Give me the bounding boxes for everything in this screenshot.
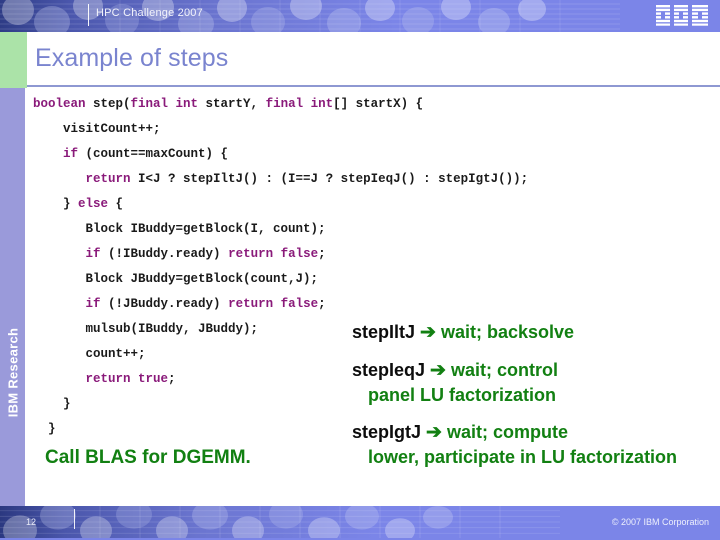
code-text: Block JBuddy=getBlock(count,J); — [33, 272, 319, 286]
bottom-banner: 12 © 2007 IBM Corporation — [0, 506, 720, 540]
code-text: (!JBuddy.ready) — [100, 297, 229, 311]
annotation-description: wait; backsolve — [440, 322, 575, 342]
code-text: mulsub(IBuddy, JBuddy); — [33, 322, 259, 336]
annotation-stepIeqJ: stepIeqJ ➔ wait; control panel LU factori… — [352, 358, 708, 407]
footer-divider — [74, 509, 75, 529]
annotation-description-continued: lower, participate in LU factorization — [368, 447, 678, 467]
code-line: boolean step(final int startY, final int… — [33, 92, 693, 117]
annotation-method-name: stepIgtJ — [352, 422, 422, 442]
right-arrow-icon: ➔ — [430, 360, 446, 381]
code-text: { — [108, 197, 124, 211]
code-text: count++; — [33, 347, 146, 361]
code-keyword: if — [85, 247, 101, 261]
right-arrow-icon: ➔ — [420, 322, 436, 343]
annotation-stepIltJ: stepIltJ ➔ wait; backsolve — [352, 320, 708, 345]
annotation-description-continued: panel LU factorization — [368, 385, 557, 405]
code-text: visitCount++; — [33, 122, 161, 136]
code-line: Block JBuddy=getBlock(count,J); — [33, 267, 693, 292]
left-sidebar-rail: IBM Research — [0, 88, 25, 506]
code-text: Block IBuddy=getBlock(I, count); — [33, 222, 326, 236]
page-title: Example of steps — [35, 44, 229, 72]
code-text: ; — [318, 247, 326, 261]
banner-divider — [88, 4, 89, 26]
right-arrow-icon: ➔ — [426, 422, 442, 443]
code-text: (count==maxCount) { — [78, 147, 229, 161]
code-text: startY, — [198, 97, 266, 111]
sidebar-label: IBM Research — [5, 327, 21, 418]
code-keyword: else — [78, 197, 109, 211]
code-keyword: final int — [265, 97, 334, 111]
code-text: } — [33, 397, 71, 411]
code-keyword: if — [85, 297, 101, 311]
title-divider — [27, 85, 720, 87]
annotation-description: wait; compute — [446, 422, 568, 442]
code-line: if (!IBuddy.ready) return false; — [33, 242, 693, 267]
code-keyword: return true — [85, 372, 169, 386]
code-text: ; — [318, 297, 326, 311]
code-text: step( — [85, 97, 131, 111]
code-text: I<J ? stepIltJ() : (I==J ? stepIeqJ() : … — [130, 172, 529, 186]
annotation-description: wait; control — [450, 360, 558, 380]
code-line: visitCount++; — [33, 117, 693, 142]
code-text: (!IBuddy.ready) — [100, 247, 229, 261]
banner-title: HPC Challenge 2007 — [96, 7, 203, 19]
code-text: } — [33, 422, 56, 436]
top-banner: HPC Challenge 2007 — [0, 0, 720, 32]
code-text: [] startX) { — [333, 97, 424, 111]
ibm-logo — [656, 5, 708, 26]
code-line: return I<J ? stepIltJ() : (I==J ? stepIe… — [33, 167, 693, 192]
code-keyword: if — [63, 147, 79, 161]
blas-callout-text: Call BLAS for DGEMM. — [45, 447, 251, 468]
code-keyword: return — [85, 172, 131, 186]
code-keyword: return false — [228, 247, 319, 261]
copyright-notice: © 2007 IBM Corporation — [611, 517, 709, 527]
code-keyword: boolean — [33, 97, 86, 111]
code-line: if (count==maxCount) { — [33, 142, 693, 167]
code-line: Block IBuddy=getBlock(I, count); — [33, 217, 693, 242]
annotation-method-name: stepIltJ — [352, 322, 416, 342]
page-number: 12 — [26, 517, 37, 527]
code-keyword: final int — [130, 97, 199, 111]
code-text: ; — [168, 372, 176, 386]
annotation-method-name: stepIeqJ — [352, 360, 426, 380]
code-line: } else { — [33, 192, 693, 217]
green-accent-block — [0, 32, 27, 88]
code-keyword: return false — [228, 297, 319, 311]
code-text: } — [33, 197, 79, 211]
code-line: if (!JBuddy.ready) return false; — [33, 292, 693, 317]
annotation-stepIgtJ: stepIgtJ ➔ wait; compute lower, participa… — [352, 420, 708, 469]
